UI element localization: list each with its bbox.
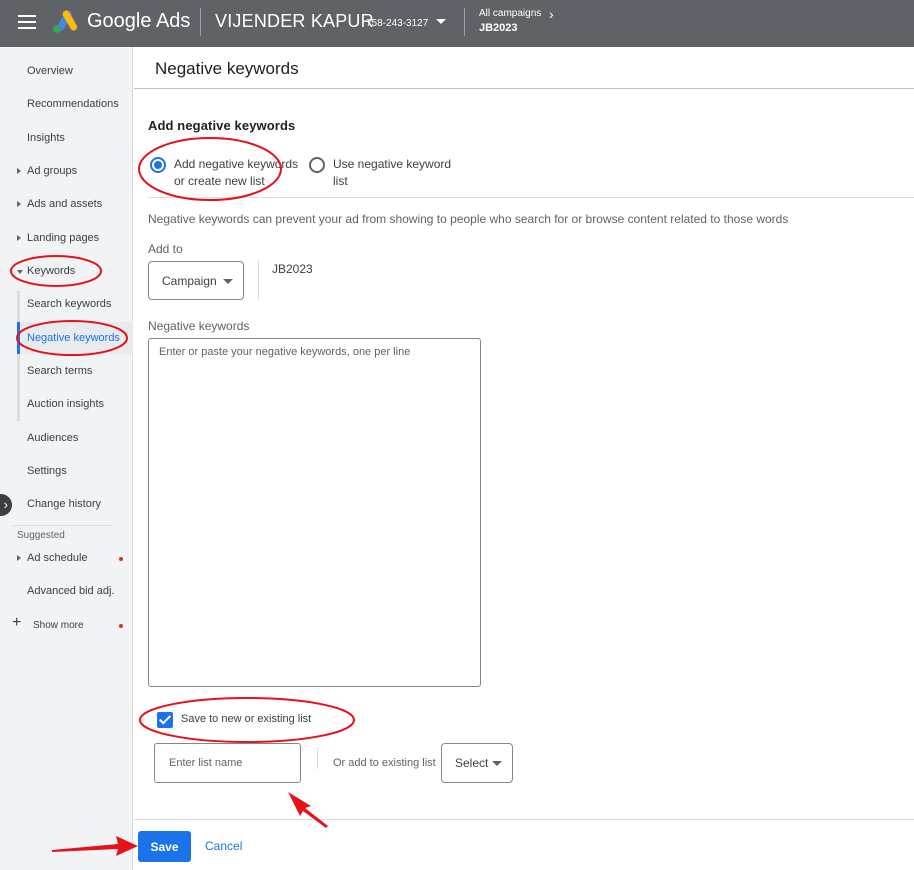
- section-title: Add negative keywords: [148, 118, 296, 133]
- sidebar-item-overview[interactable]: Overview: [27, 65, 73, 77]
- sidebar-item-landing-pages[interactable]: Landing pages: [27, 232, 99, 244]
- list-name-input[interactable]: [154, 743, 301, 783]
- account-name[interactable]: VIJENDER KAPUR: [215, 11, 374, 32]
- sidebar-nav: Overview Recommendations Insights Ad gro…: [0, 47, 133, 870]
- description-text: Negative keywords can prevent your ad fr…: [148, 212, 789, 226]
- sidebar-item-audiences[interactable]: Audiences: [27, 432, 78, 444]
- add-to-label: Add to: [148, 242, 183, 256]
- sidebar-item-keywords[interactable]: Keywords: [27, 265, 75, 277]
- annotation-arrow-list: [288, 792, 328, 828]
- sidebar-item-auction-insights[interactable]: Auction insights: [27, 398, 104, 410]
- brand-name: Google Ads: [87, 10, 191, 32]
- footer-divider: [134, 819, 914, 820]
- collapse-sidebar-icon[interactable]: ›: [0, 494, 12, 516]
- sidebar-item-recommendations[interactable]: Recommendations: [27, 98, 119, 110]
- negative-keywords-textarea[interactable]: [148, 338, 481, 687]
- radio-add-new-label[interactable]: Add negative keywords or create new list: [174, 156, 309, 190]
- notification-dot: [119, 557, 123, 561]
- radio-add-new[interactable]: [150, 157, 166, 173]
- add-to-divider: [258, 260, 259, 300]
- active-item-indicator: [17, 322, 20, 354]
- sidebar-item-ad-schedule[interactable]: Ad schedule: [27, 552, 88, 564]
- header-divider: [200, 8, 201, 36]
- google-ads-logo-icon: [53, 10, 78, 33]
- sidebar-item-ads-and-assets[interactable]: Ads and assets: [27, 198, 102, 210]
- negative-keywords-label: Negative keywords: [148, 319, 250, 333]
- header-divider: [464, 8, 465, 36]
- breadcrumb-campaign[interactable]: JB2023: [479, 22, 518, 34]
- save-list-checkbox[interactable]: [157, 712, 173, 728]
- title-divider: [134, 88, 914, 89]
- section-divider: [148, 197, 914, 198]
- expand-arrow-icon[interactable]: [17, 555, 21, 561]
- save-list-checkbox-label[interactable]: Save to new or existing list: [181, 713, 311, 725]
- save-button[interactable]: Save: [138, 831, 191, 862]
- page-title: Negative keywords: [155, 59, 299, 78]
- suggested-heading: Suggested: [17, 530, 65, 541]
- radio-use-list-label[interactable]: Use negative keyword list: [333, 156, 463, 190]
- top-app-bar: Google Ads VIJENDER KAPUR 758-243-3127 A…: [0, 0, 914, 47]
- or-divider: [317, 749, 318, 769]
- account-id[interactable]: 758-243-3127: [366, 18, 428, 29]
- menu-icon[interactable]: [18, 15, 36, 29]
- sidebar-item-advanced-bid-adj[interactable]: Advanced bid adj.: [27, 585, 114, 597]
- sidebar-divider: [12, 525, 112, 526]
- expand-arrow-icon[interactable]: [17, 235, 21, 241]
- plus-icon[interactable]: +: [12, 615, 21, 631]
- sidebar-item-ad-groups[interactable]: Ad groups: [27, 165, 77, 177]
- show-more-link[interactable]: Show more: [33, 620, 84, 631]
- add-to-campaign-name: JB2023: [272, 262, 313, 276]
- existing-list-dropdown[interactable]: Select: [441, 743, 513, 783]
- caret-down-icon: [223, 278, 233, 284]
- sidebar-item-change-history[interactable]: Change history: [27, 498, 101, 510]
- sidebar-item-search-terms[interactable]: Search terms: [27, 365, 92, 377]
- caret-down-icon: [492, 761, 502, 766]
- collapse-arrow-icon[interactable]: [17, 270, 23, 274]
- sub-nav-rail: [17, 291, 20, 421]
- sidebar-item-negative-keywords[interactable]: Negative keywords: [27, 332, 120, 344]
- notification-dot: [119, 624, 123, 628]
- breadcrumb-all-campaigns[interactable]: All campaigns: [479, 8, 541, 19]
- chevron-right-icon: ›: [549, 6, 554, 22]
- sidebar-item-settings[interactable]: Settings: [27, 465, 67, 477]
- radio-use-list[interactable]: [309, 157, 325, 173]
- account-dropdown-icon[interactable]: [436, 19, 446, 24]
- or-existing-label: Or add to existing list: [333, 757, 436, 769]
- existing-list-dropdown-value: Select: [455, 756, 489, 770]
- add-to-dropdown-value: Campaign: [162, 273, 217, 288]
- cancel-button[interactable]: Cancel: [205, 839, 242, 853]
- add-to-dropdown[interactable]: Campaign: [148, 261, 244, 300]
- sidebar-item-search-keywords[interactable]: Search keywords: [27, 298, 111, 310]
- sidebar-item-insights[interactable]: Insights: [27, 132, 65, 144]
- expand-arrow-icon[interactable]: [17, 201, 21, 207]
- expand-arrow-icon[interactable]: [17, 168, 21, 174]
